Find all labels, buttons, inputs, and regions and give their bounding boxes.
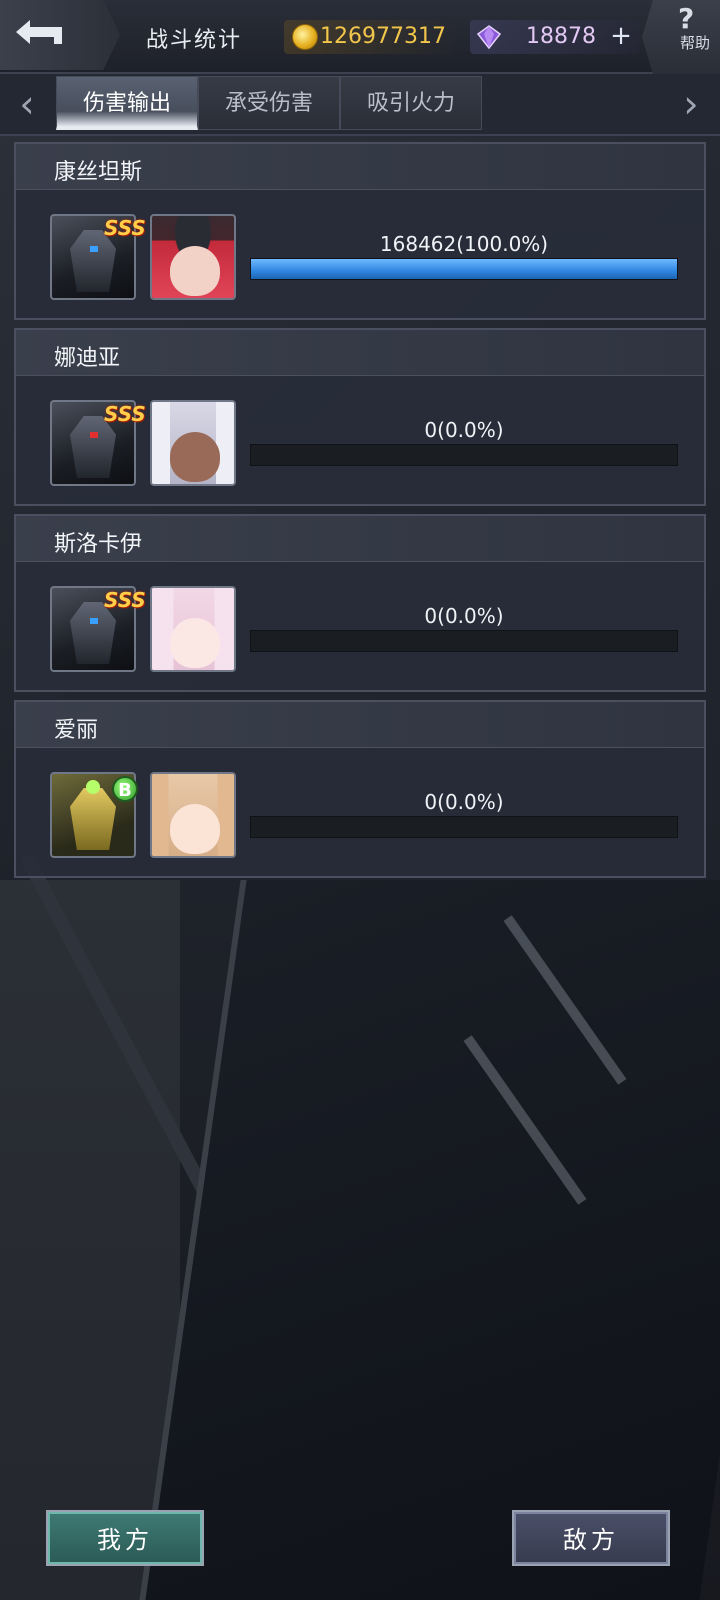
card-header xyxy=(16,702,704,748)
gem-amount: 18878 xyxy=(526,24,596,49)
damage-value: 0(0.0%) xyxy=(424,790,504,814)
back-button[interactable] xyxy=(0,0,120,70)
red-hair-captain-portrait[interactable] xyxy=(150,214,236,300)
pilot-name: 爱丽 xyxy=(54,718,99,743)
pilot-name: 斯洛卡伊 xyxy=(54,532,143,557)
tab-damage-output[interactable]: 伤害输出 xyxy=(56,76,198,130)
damage-value: 0(0.0%) xyxy=(424,418,504,442)
damage-bar-fill xyxy=(251,259,677,279)
damage-bar xyxy=(250,816,678,838)
help-label: 帮助 xyxy=(680,34,711,52)
tab-damage-taken[interactable]: 承受伤害 xyxy=(198,76,340,130)
rank-badge: SSS xyxy=(104,588,146,612)
background-glass xyxy=(139,880,720,1600)
my-side-button[interactable]: 我方 xyxy=(46,1510,204,1566)
rank-badge: SSS xyxy=(104,216,146,240)
damage-bar xyxy=(250,444,678,466)
stat-card: 斯洛卡伊 SSS 0(0.0%) xyxy=(14,514,706,692)
enemy-side-button[interactable]: 敌方 xyxy=(512,1510,670,1566)
add-gems-button[interactable]: + xyxy=(604,22,638,52)
back-arrow-icon xyxy=(16,20,62,44)
gold-coin-icon xyxy=(292,24,318,50)
blonde-hair-portrait[interactable] xyxy=(150,772,236,858)
tab-scroll-left-icon[interactable]: ‹ xyxy=(12,84,42,126)
rank-badge: B xyxy=(112,776,138,802)
damage-bar xyxy=(250,258,678,280)
page-title: 战斗统计 xyxy=(146,28,243,53)
stat-card: 娜迪亚 SSS 0(0.0%) xyxy=(14,328,706,506)
help-question-icon: ? xyxy=(678,2,695,35)
tab-scroll-right-icon[interactable]: › xyxy=(676,84,706,126)
pilot-name: 娜迪亚 xyxy=(54,346,121,371)
gem-icon xyxy=(476,25,502,50)
stat-card: 康丝坦斯 SSS 168462(100.0%) xyxy=(14,142,706,320)
pink-hair-portrait[interactable] xyxy=(150,586,236,672)
pilot-name: 康丝坦斯 xyxy=(54,160,143,185)
damage-bar xyxy=(250,630,678,652)
tab-draw-fire[interactable]: 吸引火力 xyxy=(340,76,482,130)
damage-value: 168462(100.0%) xyxy=(379,232,549,256)
damage-value: 0(0.0%) xyxy=(424,604,504,628)
gold-amount: 126977317 xyxy=(320,24,446,49)
white-hair-portrait[interactable] xyxy=(150,400,236,486)
rank-badge: SSS xyxy=(104,402,146,426)
stat-card: 爱丽 B 0(0.0%) xyxy=(14,700,706,878)
